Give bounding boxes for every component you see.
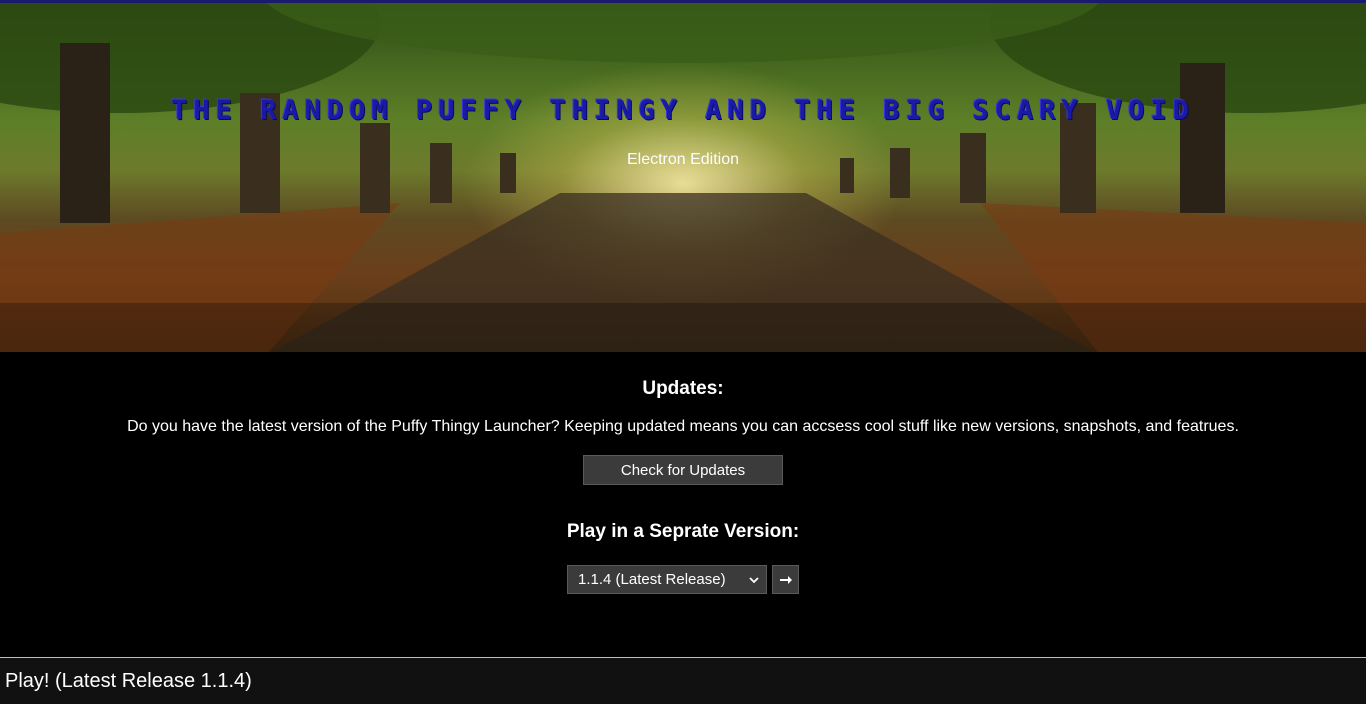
- version-heading: Play in a Seprate Version:: [566, 521, 800, 542]
- edition-subtitle: Electron Edition: [626, 151, 740, 168]
- play-latest-button[interactable]: Play! (Latest Release 1.1.4): [0, 657, 1366, 704]
- play-latest-label: Play! (Latest Release 1.1.4): [5, 669, 252, 692]
- chevron-down-icon: [749, 577, 759, 584]
- version-select-value: 1.1.4 (Latest Release): [578, 571, 726, 588]
- hero-banner: THE RANDOM PUFFY THINGY AND THE BIG SCAR…: [0, 0, 1366, 352]
- game-title: THE RANDOM PUFFY THINGY AND THE BIG SCAR…: [171, 95, 1195, 126]
- version-select[interactable]: 1.1.4 (Latest Release): [567, 565, 767, 594]
- check-for-updates-button[interactable]: Check for Updates: [583, 455, 783, 485]
- go-version-button[interactable]: [772, 565, 799, 594]
- updates-heading: Updates:: [642, 378, 724, 399]
- arrow-right-icon: [779, 575, 792, 584]
- forest-path-background: [0, 3, 1366, 352]
- updates-description: Do you have the latest version of the Pu…: [127, 418, 1239, 435]
